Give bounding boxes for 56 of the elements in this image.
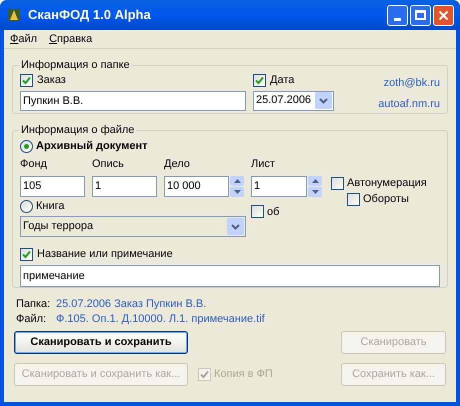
link[interactable]: autoaf.nm.ru [378, 96, 440, 112]
number-field[interactable]: 1 [92, 176, 157, 196]
checkbox-label: Автонумерация [347, 176, 427, 192]
field-label: Дело [164, 156, 191, 170]
check-icon [200, 370, 209, 379]
summary-value: Ф.105. Оп.1. Д.10000. Л.1. примечание.tif [56, 312, 265, 327]
radio-label: Книга [36, 199, 65, 214]
link[interactable]: zoth@bk.ru [384, 74, 440, 91]
summary-label: Файл: [16, 312, 48, 327]
app-icon [6, 7, 22, 23]
dropdown-button[interactable] [227, 218, 244, 235]
number-field[interactable]: 10 000 [164, 176, 229, 196]
checkbox-label: Дата [270, 73, 294, 88]
checkbox-label: Обороты [363, 192, 409, 208]
field-label: Опись [92, 156, 125, 170]
spin-buttons[interactable] [230, 176, 244, 196]
check-icon [255, 76, 264, 85]
checkbox-label: Копия в ФП [214, 367, 273, 382]
checkbox[interactable] [331, 177, 344, 190]
checkbox-label: Заказ [37, 73, 66, 88]
dropdown-button[interactable] [315, 92, 332, 109]
checkbox[interactable] [253, 74, 266, 87]
group-title: Информация о файле [20, 123, 136, 138]
check-icon [22, 250, 31, 259]
spin-buttons[interactable] [308, 176, 322, 196]
checkbox[interactable] [251, 205, 264, 218]
field-label: Фонд [20, 156, 48, 170]
action-button[interactable]: Сканировать и сохранить [14, 331, 188, 354]
summary-label: Папка: [16, 296, 52, 312]
check-icon [22, 76, 31, 85]
radio-label: Архивный документ [36, 138, 148, 154]
menu-item[interactable]: Справка [49, 30, 92, 48]
chevron-down-icon [319, 98, 328, 104]
close-icon [438, 10, 449, 20]
checkbox-label: об [267, 204, 280, 220]
menu-item[interactable]: Файл [10, 30, 38, 48]
book-dropdown[interactable]: Годы террора [20, 216, 246, 237]
radio-button[interactable] [20, 200, 33, 213]
field-label: Лист [251, 156, 276, 170]
number-field[interactable]: 105 [20, 176, 85, 196]
maximize-button[interactable] [410, 4, 431, 26]
radio-button[interactable] [20, 140, 33, 152]
summary-value: 25.07.2006 Заказ Пупкин В.В. [56, 296, 206, 312]
group-title: Информация о папке [20, 58, 131, 73]
checkbox[interactable] [347, 193, 360, 206]
date-picker[interactable]: 25.07.2006 [253, 90, 334, 110]
note-field[interactable]: примечание [20, 265, 440, 287]
checkbox-label: Название или примечание [37, 247, 173, 262]
minimize-button[interactable] [387, 4, 408, 26]
number-field[interactable]: 1 [251, 176, 307, 196]
window-title: СканФОД 1.0 Alpha [28, 6, 152, 24]
checkbox[interactable] [20, 248, 33, 261]
chevron-down-icon [231, 224, 240, 230]
close-button[interactable] [433, 4, 454, 26]
order-field[interactable]: Пупкин В.В. [20, 90, 246, 110]
checkbox[interactable] [20, 74, 33, 87]
